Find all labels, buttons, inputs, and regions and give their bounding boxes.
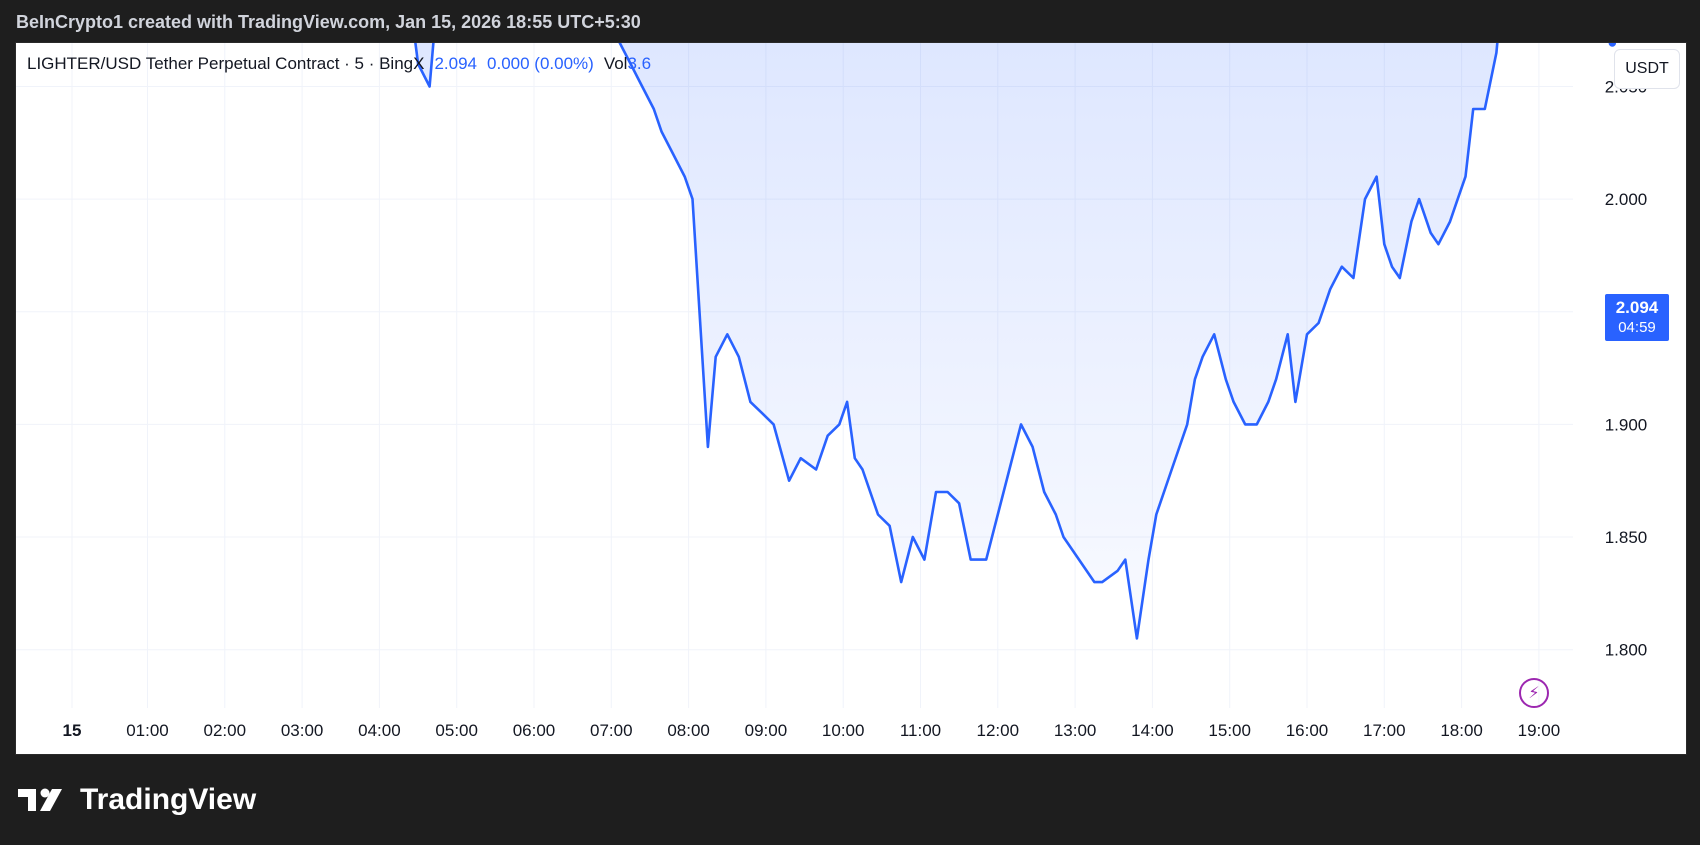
volume-label: Vol xyxy=(603,54,628,73)
bar-countdown: 04:59 xyxy=(1618,318,1656,336)
x-tick-label: 01:00 xyxy=(126,721,169,740)
x-tick-label: 08:00 xyxy=(667,721,710,740)
last-point xyxy=(1607,43,1618,49)
area-fill xyxy=(415,43,1498,639)
volume-value: 3.6 xyxy=(627,54,652,73)
tradingview-logo-icon xyxy=(18,788,62,811)
x-tick-label: 14:00 xyxy=(1131,721,1174,740)
symbol-label[interactable]: LIGHTER/USD Tether Perpetual Contract · … xyxy=(27,54,424,74)
price-tag-value: 2.094 xyxy=(1615,297,1659,317)
y-tick-label: 2.000 xyxy=(1605,190,1648,209)
x-tick-label: 07:00 xyxy=(590,721,633,740)
tradingview-logo[interactable]: TradingView xyxy=(18,780,256,820)
x-tick-label: 16:00 xyxy=(1286,721,1329,740)
currency-unit-button[interactable]: USDT xyxy=(1614,49,1680,89)
x-tick-label: 18:00 xyxy=(1440,721,1483,740)
last-price-tag: 2.094 04:59 xyxy=(1605,294,1669,341)
x-tick-label: 02:00 xyxy=(204,721,247,740)
x-tick-label: 19:00 xyxy=(1518,721,1561,740)
x-tick-label: 05:00 xyxy=(435,721,478,740)
x-tick-label: 11:00 xyxy=(900,721,941,740)
x-tick-label: 04:00 xyxy=(358,721,401,740)
x-tick-label: 03:00 xyxy=(281,721,324,740)
chart-panel[interactable]: 1.8001.8501.9001.9502.0002.0502.1002.150… xyxy=(15,42,1687,755)
y-tick-label: 1.900 xyxy=(1605,415,1648,434)
x-tick-label: 13:00 xyxy=(1054,721,1097,740)
x-tick-label: 12:00 xyxy=(977,721,1020,740)
brand-name: TradingView xyxy=(80,783,257,816)
x-tick-label: 06:00 xyxy=(513,721,556,740)
price-change: 0.000 (0.00%) xyxy=(487,54,594,73)
y-tick-label: 1.800 xyxy=(1605,641,1648,660)
price-chart[interactable]: 1.8001.8501.9001.9502.0002.0502.1002.150… xyxy=(16,43,1686,754)
x-tick-label: 15 xyxy=(63,721,82,740)
symbol-legend: LIGHTER/USD Tether Perpetual Contract · … xyxy=(27,54,651,74)
x-tick-label: 17:00 xyxy=(1363,721,1406,740)
x-tick-label: 09:00 xyxy=(745,721,788,740)
last-price: 2.094 xyxy=(434,54,478,73)
x-tick-label: 15:00 xyxy=(1208,721,1251,740)
chart-caption: BeInCrypto1 created with TradingView.com… xyxy=(16,11,641,32)
y-tick-label: 1.850 xyxy=(1605,528,1648,547)
x-tick-label: 10:00 xyxy=(822,721,865,740)
lightning-icon[interactable]: ⚡ xyxy=(1519,678,1549,708)
